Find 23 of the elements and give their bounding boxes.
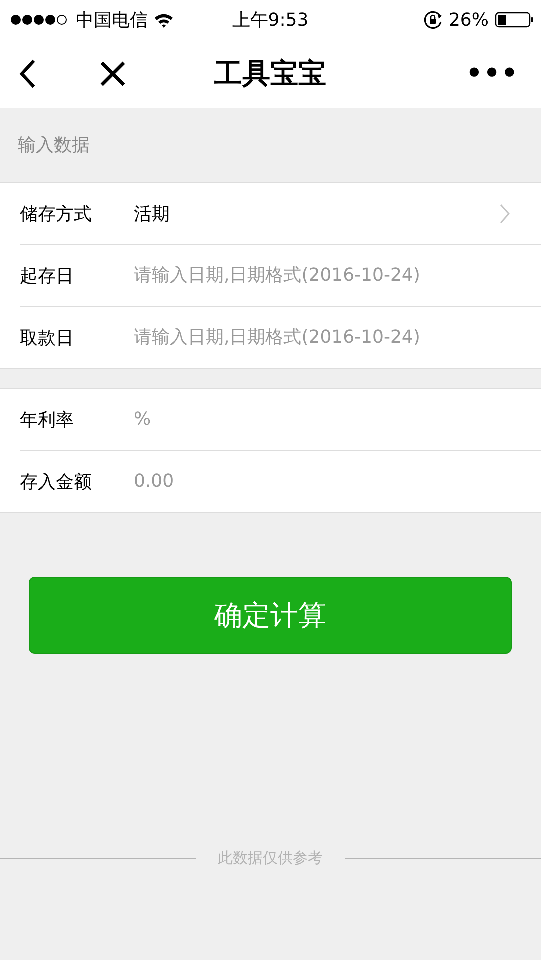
section-heading: 输入数据: [17, 134, 91, 158]
more-button[interactable]: •••: [466, 59, 519, 89]
input-field[interactable]: 0.00: [134, 466, 531, 496]
input-field[interactable]: 请输入日期,日期格式(2016-10-24): [134, 322, 531, 352]
battery-icon: [495, 11, 535, 29]
battery-percent: 26%: [448, 10, 489, 30]
page-title: 工具宝宝: [214, 56, 326, 92]
input-field[interactable]: 请输入日期,日期格式(2016-10-24): [134, 260, 531, 290]
rotation-lock-icon: [422, 10, 443, 30]
select-field[interactable]: 活期: [134, 202, 541, 226]
field-label: 年利率: [20, 408, 75, 432]
field-label: 储存方式: [20, 202, 93, 226]
chevron-icon: [499, 202, 511, 224]
carrier-name: 中国电信: [76, 9, 148, 32]
status-time: 上午9:53: [232, 9, 309, 32]
field-label: 取款日: [20, 326, 75, 350]
field-label: 存入金额: [20, 470, 93, 494]
close-icon[interactable]: [98, 59, 128, 89]
signal-icon: [10, 14, 70, 26]
wifi-icon: [154, 12, 174, 28]
field-label: 起存日: [20, 264, 75, 288]
footer-note: 此数据仅供参考: [218, 849, 323, 868]
input-field[interactable]: %: [134, 404, 531, 434]
